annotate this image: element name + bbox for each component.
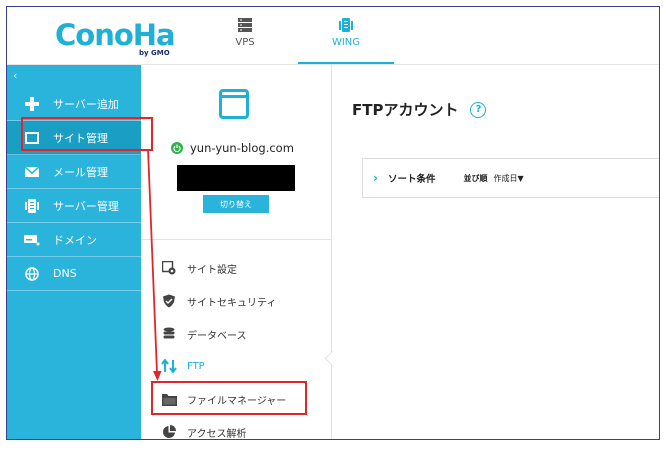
annotation-arrow bbox=[147, 148, 162, 381]
screenshot-frame: ConoHa by GMO VPS WING ‹ サーバー追加 サイト管理 メー… bbox=[6, 6, 660, 440]
